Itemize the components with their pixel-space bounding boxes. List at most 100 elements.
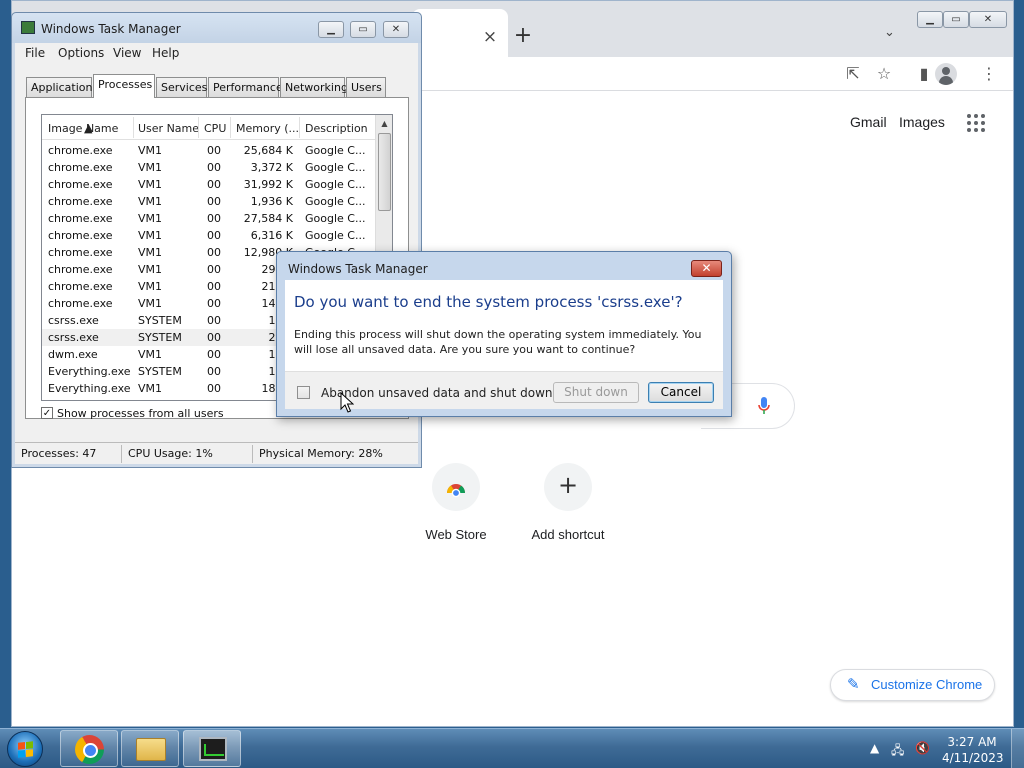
cancel-button[interactable]: Cancel	[648, 382, 714, 403]
dialog-close-button[interactable]: ✕	[691, 260, 722, 277]
voice-search-icon[interactable]	[758, 397, 770, 415]
process-name: dwm.exe	[48, 348, 98, 361]
dialog-main-instruction: Do you want to end the system process 'c…	[294, 293, 683, 311]
process-memory: 25,684 K	[243, 144, 293, 157]
process-memory: 6,316 K	[250, 229, 293, 242]
process-description: Google C...	[305, 195, 366, 208]
table-row[interactable]: chrome.exe VM1 00 6,316 K Google C...	[42, 227, 377, 244]
tm-maximize-button[interactable]: ▭	[350, 21, 376, 38]
abandon-data-label[interactable]: Abandon unsaved data and shut down.	[321, 386, 556, 400]
minimize-button[interactable]: ▁	[917, 11, 943, 28]
taskbar-explorer[interactable]	[121, 730, 179, 767]
process-cpu: 00	[207, 263, 221, 276]
table-row[interactable]: chrome.exe VM1 00 27,584 K Google C...	[42, 210, 377, 227]
process-description: Google C...	[305, 144, 366, 157]
profile-avatar-icon[interactable]	[935, 63, 957, 85]
bookmark-star-icon[interactable]: ☆	[872, 62, 896, 86]
scrollbar-thumb[interactable]	[378, 133, 391, 211]
status-physical-memory: Physical Memory: 28%	[259, 447, 383, 460]
process-cpu: 00	[207, 331, 221, 344]
process-description: Google C...	[305, 212, 366, 225]
menu-kebab-icon[interactable]: ⋮	[977, 62, 1001, 86]
process-user: VM1	[138, 348, 163, 361]
process-user: VM1	[138, 195, 163, 208]
process-user: VM1	[138, 161, 163, 174]
shutdown-button[interactable]: Shut down	[553, 382, 639, 403]
process-name: chrome.exe	[48, 161, 113, 174]
customize-chrome-button[interactable]: ✎ Customize Chrome	[830, 669, 995, 701]
tab-performance[interactable]: Performance	[208, 77, 283, 97]
shortcut-web-store[interactable]	[432, 463, 480, 511]
google-apps-icon[interactable]	[967, 114, 985, 132]
taskbar: ▲ 🖧 🔇 3:27 AM 4/11/2023	[0, 728, 1024, 768]
task-manager-titlebar[interactable]: Windows Task Manager ▁ ▭ ✕	[12, 13, 421, 43]
shortcut-label-web-store: Web Store	[425, 527, 487, 542]
start-button[interactable]	[7, 731, 43, 767]
process-list-header: ▲ Image Name User Name CPU Memory (... D…	[42, 115, 377, 140]
process-cpu: 00	[207, 365, 221, 378]
tab-applications[interactable]: Applications	[26, 77, 98, 97]
abandon-data-checkbox[interactable]	[297, 386, 310, 399]
table-row[interactable]: chrome.exe VM1 00 3,372 K Google C...	[42, 159, 377, 176]
column-user-name[interactable]: User Name	[138, 122, 199, 135]
column-cpu[interactable]: CPU	[204, 122, 226, 135]
shortcut-add[interactable]: +	[544, 463, 592, 511]
process-name: chrome.exe	[48, 263, 113, 276]
table-row[interactable]: chrome.exe VM1 00 25,684 K Google C...	[42, 142, 377, 159]
task-manager-icon	[199, 737, 227, 761]
process-cpu: 00	[207, 314, 221, 327]
volume-muted-icon[interactable]: 🔇	[915, 741, 930, 755]
process-cpu: 00	[207, 195, 221, 208]
taskbar-chrome[interactable]	[60, 730, 118, 767]
share-icon[interactable]: ⇱	[841, 62, 865, 86]
process-user: VM1	[138, 382, 163, 395]
show-all-checkbox[interactable]: ✓	[41, 407, 53, 419]
column-image-name[interactable]: Image Name	[48, 122, 118, 135]
status-processes: Processes: 47	[21, 447, 97, 460]
table-row[interactable]: chrome.exe VM1 00 1,936 K Google C...	[42, 193, 377, 210]
scroll-up-arrow-icon[interactable]: ▲	[376, 115, 392, 132]
menu-help[interactable]: Help	[152, 46, 179, 60]
tab-search-chevron-icon[interactable]: ⌄	[884, 25, 895, 40]
dialog-content: Do you want to end the system process 'c…	[285, 280, 723, 371]
process-user: VM1	[138, 297, 163, 310]
clock-time: 3:27 AM	[947, 735, 997, 749]
tab-processes[interactable]: Processes	[93, 74, 155, 98]
network-icon[interactable]: 🖧	[891, 741, 904, 762]
new-tab-button[interactable]: +	[510, 23, 536, 49]
tm-close-button[interactable]: ✕	[383, 21, 409, 38]
menu-bar: File Options View Help	[15, 43, 418, 63]
column-description[interactable]: Description	[305, 122, 368, 135]
process-cpu: 00	[207, 212, 221, 225]
images-link[interactable]: Images	[899, 114, 945, 130]
process-user: VM1	[138, 229, 163, 242]
process-name: Everything.exe	[48, 365, 131, 378]
taskbar-task-manager[interactable]	[183, 730, 241, 767]
system-clock[interactable]: 3:27 AM 4/11/2023	[942, 734, 1004, 766]
process-name: csrss.exe	[48, 331, 99, 344]
tm-minimize-button[interactable]: ▁	[318, 21, 344, 38]
show-desktop-button[interactable]	[1011, 729, 1024, 768]
webstore-icon	[447, 484, 465, 498]
process-cpu: 00	[207, 178, 221, 191]
tab-close-icon[interactable]: ×	[478, 25, 502, 49]
task-manager-title: Windows Task Manager	[41, 22, 181, 36]
process-user: VM1	[138, 212, 163, 225]
process-user: VM1	[138, 144, 163, 157]
tab-services[interactable]: Services	[156, 77, 207, 97]
process-cpu: 00	[207, 144, 221, 157]
table-row[interactable]: chrome.exe VM1 00 31,992 K Google C...	[42, 176, 377, 193]
menu-options[interactable]: Options	[58, 46, 104, 60]
gmail-link[interactable]: Gmail	[850, 114, 887, 130]
process-name: chrome.exe	[48, 280, 113, 293]
column-memory[interactable]: Memory (...	[236, 122, 299, 135]
close-button[interactable]: ✕	[969, 11, 1007, 28]
menu-file[interactable]: File	[25, 46, 45, 60]
side-panel-icon[interactable]: ▮	[912, 62, 936, 86]
menu-view[interactable]: View	[113, 46, 141, 60]
tab-users[interactable]: Users	[346, 77, 386, 97]
process-name: chrome.exe	[48, 195, 113, 208]
show-hidden-icons-icon[interactable]: ▲	[870, 741, 879, 755]
maximize-button[interactable]: ▭	[943, 11, 969, 28]
tab-networking[interactable]: Networking	[280, 77, 348, 97]
